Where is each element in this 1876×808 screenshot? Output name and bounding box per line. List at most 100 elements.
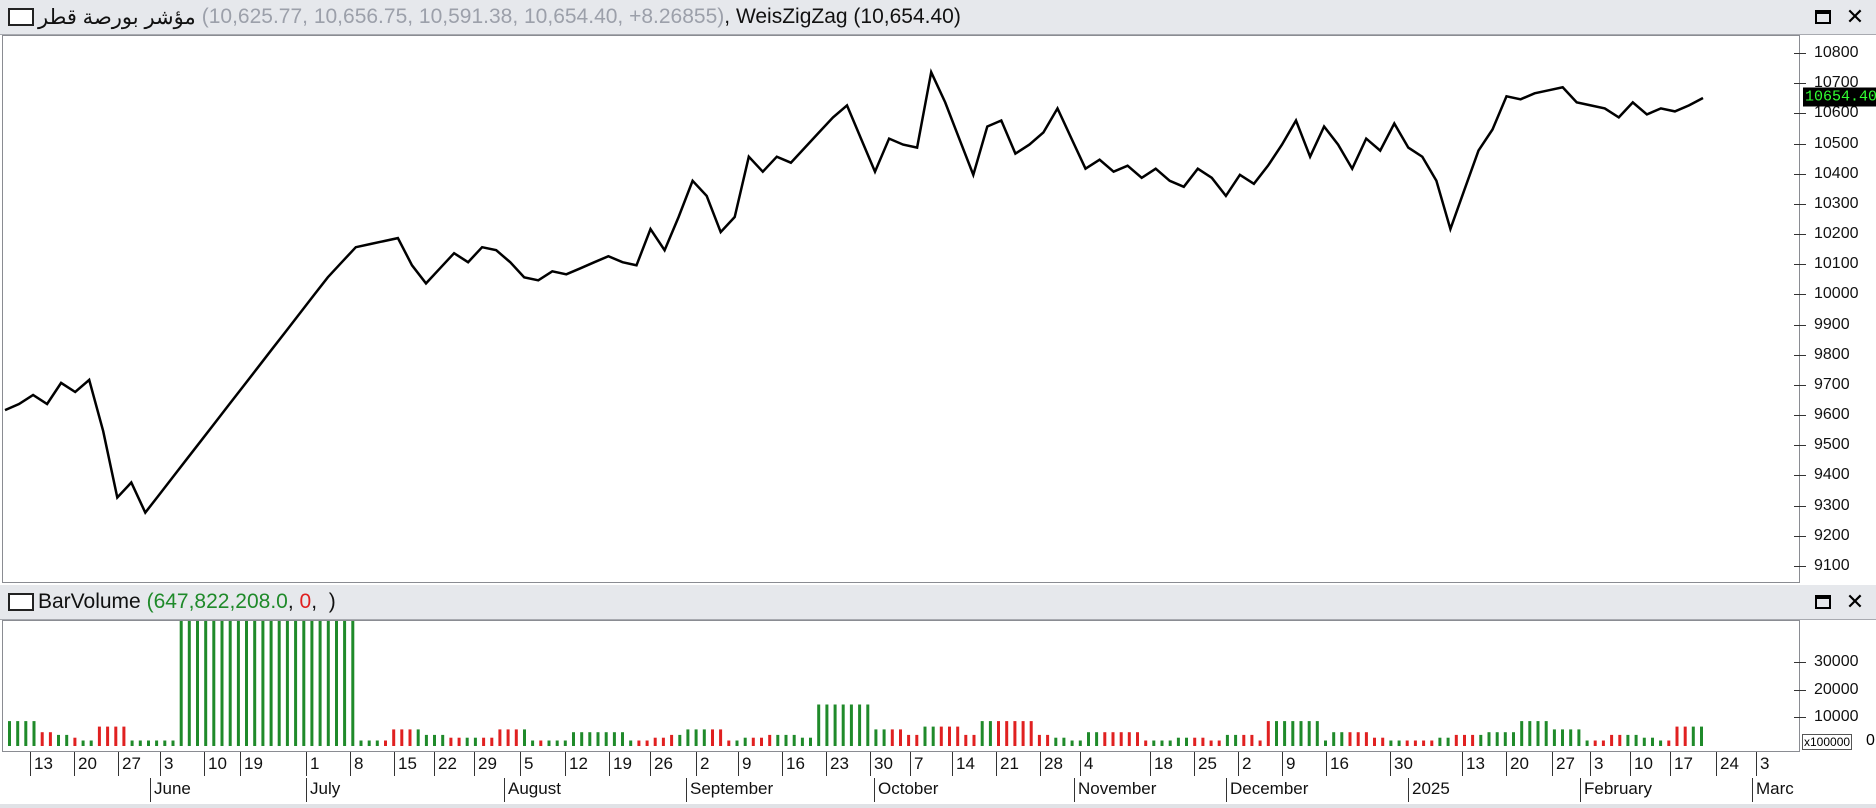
volume-bar <box>1405 740 1409 746</box>
multiplier-zero: 0 <box>1866 732 1875 749</box>
volume-bar <box>24 721 28 746</box>
volume-bar <box>1389 740 1393 746</box>
volume-bar <box>1683 726 1687 746</box>
volume-bar <box>1087 732 1090 746</box>
volume-bar <box>1046 734 1050 746</box>
volume-bar <box>375 740 379 746</box>
volume-bar <box>645 740 649 746</box>
day-label: 9 <box>1286 754 1296 773</box>
volume-bar <box>155 740 159 746</box>
maximize-icon[interactable] <box>1810 589 1836 615</box>
volume-bar <box>1250 734 1254 746</box>
volume-bar <box>768 734 772 746</box>
price-chart-panel[interactable] <box>2 35 1800 583</box>
volume-bar <box>1479 734 1483 746</box>
volume-bar <box>776 734 780 746</box>
volume-down-value: 0 <box>299 590 312 613</box>
volume-bar <box>449 737 453 746</box>
volume-bar <box>1340 732 1344 746</box>
volume-bar <box>858 704 862 746</box>
volume-bar <box>318 621 322 746</box>
volume-bar <box>1062 737 1066 746</box>
volume-bar <box>1119 732 1123 746</box>
volume-bar <box>228 621 232 746</box>
price-tick-label: 9600 <box>1794 406 1850 424</box>
volume-bar <box>130 740 134 746</box>
price-tick-label: 10000 <box>1794 285 1859 303</box>
volume-tick-label: 10000 <box>1794 708 1859 726</box>
volume-bar <box>931 726 935 746</box>
volume-bar <box>907 734 911 746</box>
volume-bar <box>1266 721 1270 746</box>
volume-bar <box>326 621 330 746</box>
volume-bar <box>563 740 567 746</box>
day-label: 10 <box>1634 754 1653 773</box>
window-icon <box>8 8 34 26</box>
volume-bar <box>1152 740 1156 746</box>
volume-bar <box>1127 732 1131 746</box>
volume-pane-window-buttons: ✕ <box>1810 589 1868 615</box>
volume-tick-label: 20000 <box>1794 681 1859 699</box>
price-tick-label: 9400 <box>1794 466 1850 484</box>
volume-bar <box>465 737 469 746</box>
volume-bar <box>882 729 886 746</box>
volume-bar <box>138 740 142 746</box>
volume-bar <box>285 621 289 746</box>
volume-bar <box>817 704 821 746</box>
day-label: 16 <box>1330 754 1349 773</box>
volume-bar <box>1512 732 1515 746</box>
volume-bar <box>1193 737 1197 746</box>
volume-bar <box>1078 740 1082 746</box>
day-label: 29 <box>478 754 497 773</box>
day-label: 30 <box>874 754 893 773</box>
volume-bar <box>792 734 796 746</box>
volume-bar <box>661 737 665 746</box>
volume-bar <box>261 621 265 746</box>
separator-comma: , <box>724 5 736 28</box>
price-tick-label: 10300 <box>1794 195 1859 213</box>
volume-bar <box>1209 740 1213 746</box>
volume-bar <box>473 737 477 746</box>
volume-bar <box>678 734 682 746</box>
volume-bar <box>702 729 706 746</box>
day-label: 9 <box>742 754 752 773</box>
volume-bar <box>1005 721 1009 746</box>
volume-bar <box>163 740 167 746</box>
volume-bar <box>400 729 404 746</box>
volume-bar <box>245 621 248 746</box>
close-icon[interactable]: ✕ <box>1842 589 1868 615</box>
volume-bar <box>1593 740 1597 746</box>
volume-bar <box>1103 732 1107 746</box>
volume-bar <box>841 704 845 746</box>
volume-bar <box>441 734 445 746</box>
volume-bar <box>57 734 60 746</box>
volume-bar <box>1610 734 1614 746</box>
volume-bar <box>212 621 216 746</box>
volume-bar <box>8 721 11 746</box>
volume-bar <box>948 726 951 746</box>
volume-bar <box>997 721 1000 746</box>
price-tick-label: 10200 <box>1794 225 1859 243</box>
volume-bar <box>253 621 257 746</box>
volume-bar <box>531 740 535 746</box>
volume-chart-panel[interactable] <box>2 620 1800 752</box>
volume-bar <box>1234 734 1238 746</box>
price-tick-label: 9200 <box>1794 527 1850 545</box>
volume-bar <box>1634 734 1638 746</box>
day-label: 20 <box>78 754 97 773</box>
close-icon[interactable]: ✕ <box>1842 4 1868 30</box>
volume-bar <box>1569 729 1573 746</box>
maximize-icon[interactable] <box>1810 4 1836 30</box>
volume-bar <box>416 729 420 746</box>
volume-bar <box>580 732 584 746</box>
volume-pane-titlebar: BarVolume ( 647,822,208.0 , 0 , ) ✕ <box>0 585 1876 620</box>
day-label: 16 <box>786 754 805 773</box>
volume-bar <box>1463 734 1466 746</box>
month-label: September <box>690 779 774 798</box>
volume-bar <box>711 729 714 746</box>
volume-bar <box>359 740 363 746</box>
price-tick-label: 9100 <box>1794 557 1850 575</box>
volume-bar <box>1528 721 1532 746</box>
volume-bar <box>1487 732 1491 746</box>
volume-bar <box>612 732 616 746</box>
